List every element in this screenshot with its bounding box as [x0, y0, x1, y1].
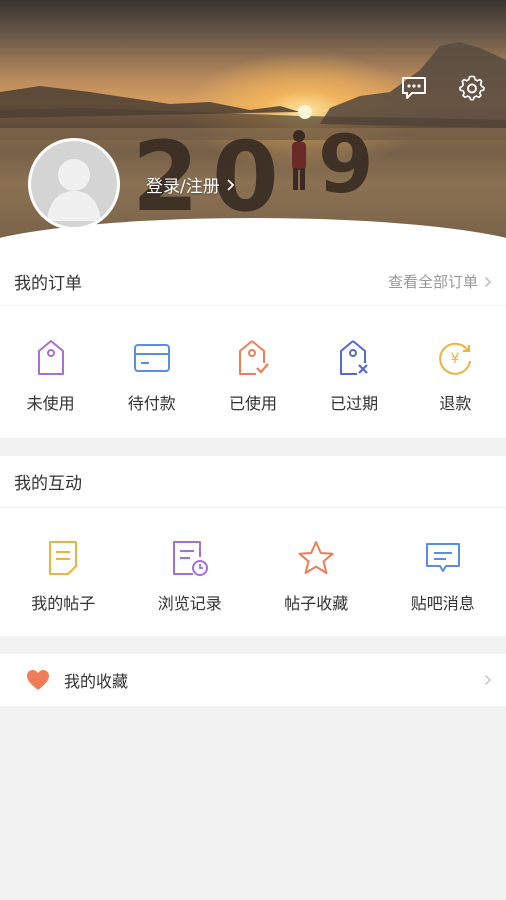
message-icon[interactable]: [398, 72, 430, 104]
card-icon: [132, 338, 172, 378]
interactions-header: 我的互动: [0, 456, 506, 508]
order-expired[interactable]: 已过期: [306, 338, 402, 414]
orders-section: 我的订单 查看全部订单 未使用 待付款 已使用 已过期 ¥ 退款: [0, 258, 506, 438]
interactions-grid: 我的帖子 浏览记录 帖子收藏 贴吧消息: [0, 508, 506, 614]
interactions-title: 我的互动: [14, 474, 82, 494]
orders-title: 我的订单: [14, 274, 82, 294]
tag-check-icon: [233, 338, 273, 378]
my-posts[interactable]: 我的帖子: [8, 538, 118, 614]
chat-icon: [423, 538, 463, 578]
post-favorites-label: 帖子收藏: [284, 594, 349, 613]
orders-grid: 未使用 待付款 已使用 已过期 ¥ 退款: [0, 306, 506, 414]
avatar-placeholder-icon: [47, 159, 101, 221]
my-posts-label: 我的帖子: [31, 594, 96, 613]
login-label: 登录/注册: [146, 177, 220, 197]
tag-expired-icon: [334, 338, 374, 378]
order-used-label: 已使用: [228, 394, 277, 413]
browse-history-label: 浏览记录: [157, 594, 222, 613]
chevron-right-icon: [227, 178, 235, 191]
history-icon: [170, 538, 210, 578]
chevron-right-icon: [484, 276, 492, 287]
order-refund[interactable]: ¥ 退款: [407, 338, 503, 414]
star-icon: [296, 538, 336, 578]
view-all-orders-label: 查看全部订单: [387, 273, 478, 291]
forum-messages-label: 贴吧消息: [410, 594, 475, 613]
my-favorites-label: 我的收藏: [64, 672, 129, 691]
orders-header: 我的订单 查看全部订单: [0, 258, 506, 306]
profile-header: 2 0 9 登录/注册: [0, 0, 506, 262]
svg-text:¥: ¥: [451, 351, 460, 367]
svg-text:9: 9: [318, 118, 374, 211]
order-pending-payment[interactable]: 待付款: [104, 338, 200, 414]
login-register-link[interactable]: 登录/注册: [146, 172, 236, 197]
gear-icon[interactable]: [456, 72, 488, 104]
order-unused[interactable]: 未使用: [3, 338, 99, 414]
tag-icon: [31, 338, 71, 378]
heart-icon: [27, 670, 49, 690]
view-all-orders-link[interactable]: 查看全部订单: [388, 271, 492, 292]
order-pending-payment-label: 待付款: [127, 394, 176, 413]
order-refund-label: 退款: [439, 394, 472, 413]
order-expired-label: 已过期: [330, 394, 379, 413]
document-icon: [43, 538, 83, 578]
browse-history[interactable]: 浏览记录: [135, 538, 245, 614]
refund-icon: ¥: [435, 338, 475, 378]
order-unused-label: 未使用: [26, 394, 75, 413]
avatar[interactable]: [28, 138, 120, 230]
forum-messages[interactable]: 贴吧消息: [388, 538, 498, 614]
interactions-section: 我的互动 我的帖子 浏览记录 帖子收藏 贴吧消息: [0, 456, 506, 636]
chevron-right-icon: [484, 674, 492, 686]
my-favorites-row[interactable]: 我的收藏: [0, 654, 506, 706]
post-favorites[interactable]: 帖子收藏: [261, 538, 371, 614]
order-used[interactable]: 已使用: [205, 338, 301, 414]
